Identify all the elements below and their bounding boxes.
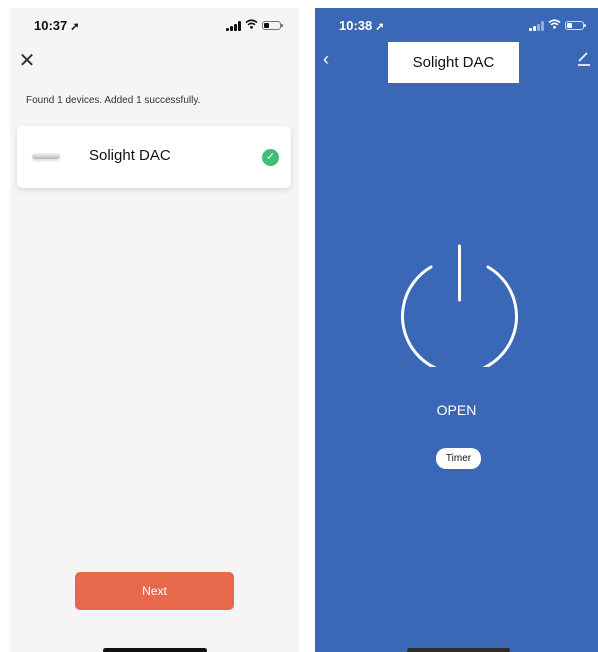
back-icon: ‹ — [323, 49, 329, 69]
edit-icon — [578, 52, 590, 66]
edit-button[interactable] — [576, 48, 592, 68]
status-icons — [226, 19, 283, 32]
close-icon: ✕ — [18, 50, 36, 72]
device-name: Solight DAC — [89, 147, 171, 164]
next-button[interactable]: Next — [75, 572, 234, 610]
close-button[interactable]: ✕ — [16, 50, 38, 72]
check-icon: ✓ — [262, 149, 279, 166]
power-icon — [401, 244, 518, 375]
timer-button[interactable]: Timer — [436, 448, 481, 469]
scan-result-text: Found 1 devices. Added 1 successfully. — [26, 95, 201, 106]
signal-icon — [226, 20, 241, 31]
add-device-result-screen: 10:37 ➚ ✕ Found 1 devices. Added 1 succes… — [10, 8, 299, 652]
device-card[interactable]: Solight DAC ✓ — [17, 126, 291, 188]
device-control-screen: 10:38 ➚ ‹ Solight DAC OPEN Timer — [315, 8, 598, 652]
battery-icon — [565, 21, 586, 30]
wifi-icon — [548, 19, 561, 32]
home-indicator — [407, 648, 510, 652]
status-icons — [529, 19, 586, 32]
power-toggle-button[interactable] — [397, 242, 522, 375]
status-time: 10:37 ➚ — [34, 18, 79, 33]
back-button[interactable]: ‹ — [323, 48, 341, 70]
status-bar: 10:38 ➚ — [315, 8, 598, 38]
status-bar: 10:37 ➚ — [10, 8, 299, 38]
status-time-text: 10:37 — [34, 18, 68, 33]
home-indicator — [103, 648, 207, 652]
battery-icon — [262, 21, 283, 30]
location-arrow-icon: ➚ — [375, 21, 385, 33]
screenshot-canvas: 10:37 ➚ ✕ Found 1 devices. Added 1 succes… — [0, 0, 598, 652]
device-image — [32, 153, 60, 159]
signal-icon — [529, 20, 544, 31]
device-title: Solight DAC — [388, 42, 519, 83]
location-arrow-icon: ➚ — [70, 21, 80, 33]
power-state-label: OPEN — [436, 402, 477, 418]
wifi-icon — [245, 19, 258, 32]
status-time-text: 10:38 — [339, 18, 373, 33]
status-time: 10:38 ➚ — [339, 18, 384, 33]
